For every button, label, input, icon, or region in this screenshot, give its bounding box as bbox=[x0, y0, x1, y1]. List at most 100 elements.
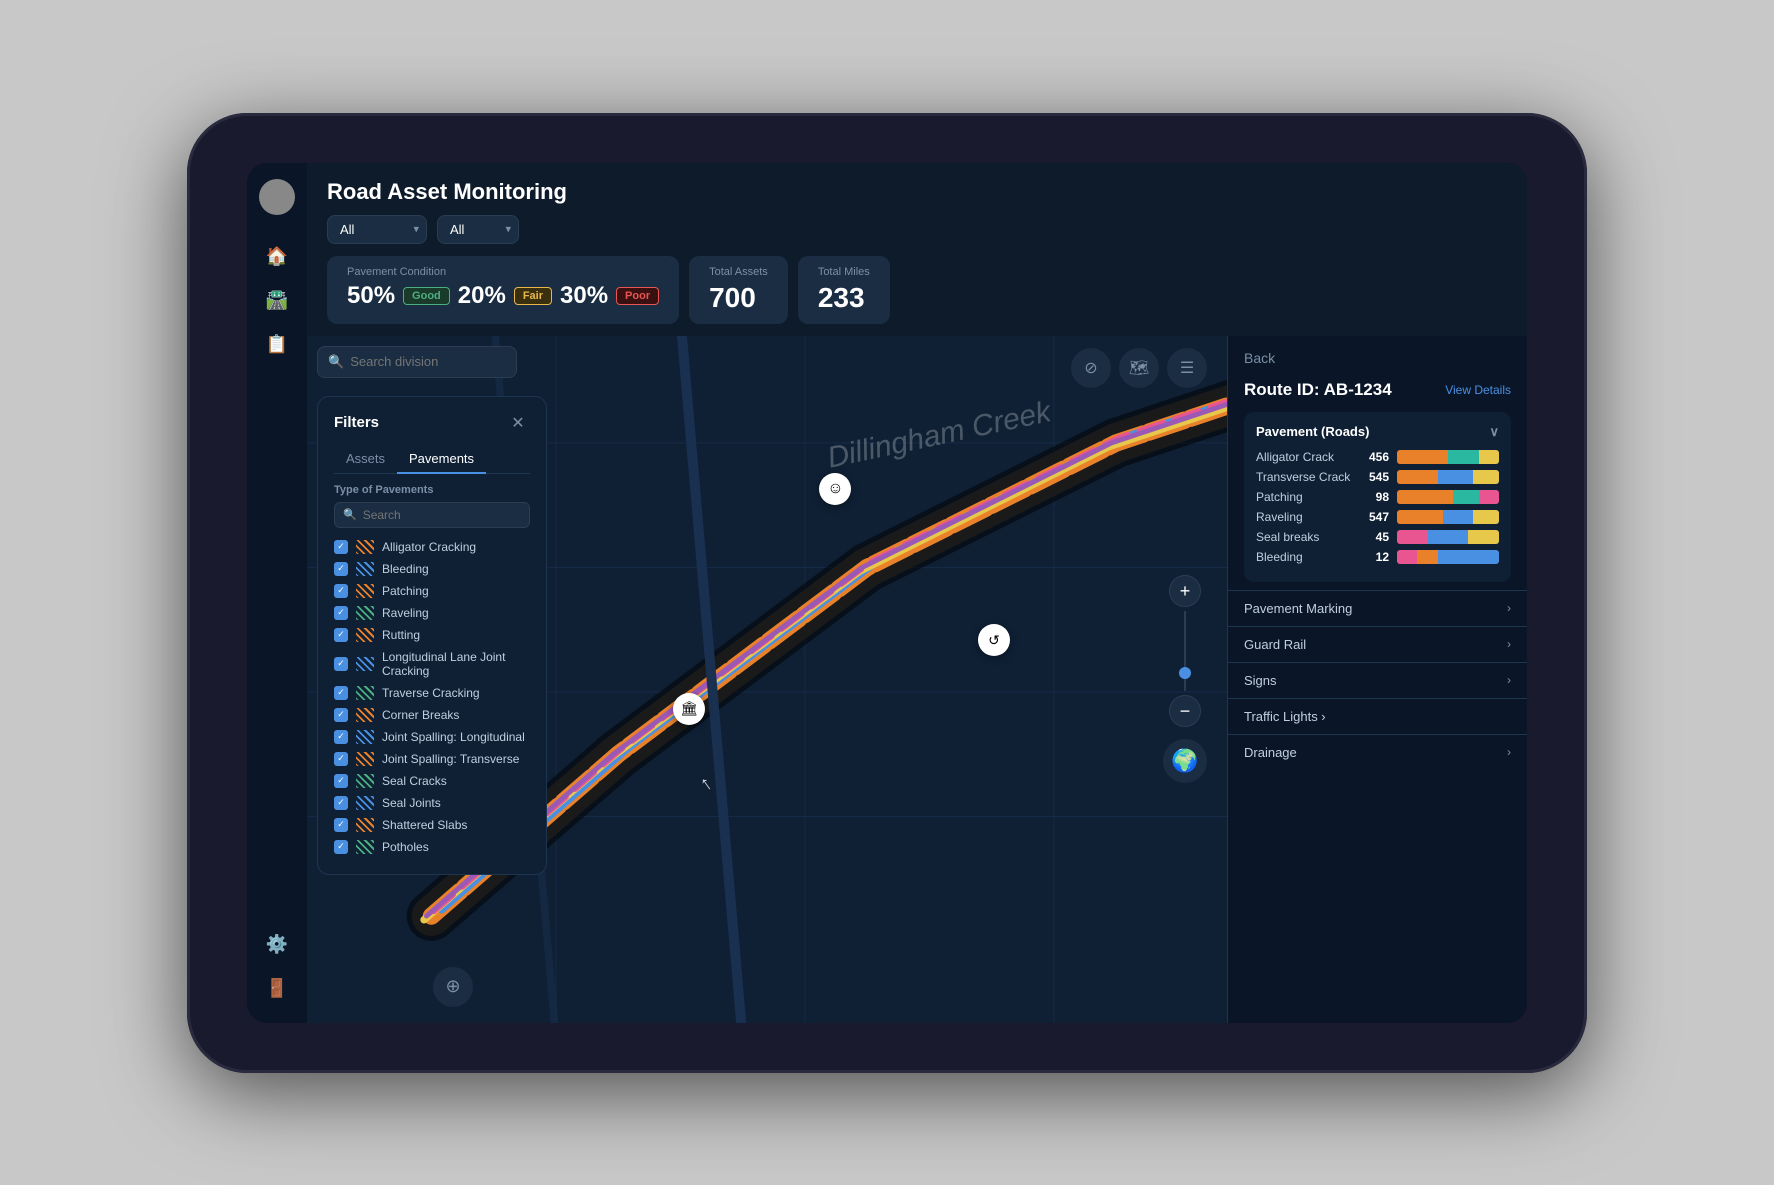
filter-item[interactable]: ✓ Raveling bbox=[334, 602, 530, 624]
route-id: Route ID: AB-1234 bbox=[1244, 380, 1392, 400]
filter-checkbox[interactable]: ✓ bbox=[334, 657, 348, 671]
total-assets-card: Total Assets 700 bbox=[689, 256, 788, 324]
filter-checkbox[interactable]: ✓ bbox=[334, 730, 348, 744]
pavement-row-count: 547 bbox=[1359, 510, 1389, 524]
filter-search-input[interactable] bbox=[363, 508, 521, 522]
expand-rows: Pavement Marking › Guard Rail › Signs › … bbox=[1228, 590, 1527, 770]
tab-assets[interactable]: Assets bbox=[334, 445, 397, 474]
search-input[interactable] bbox=[350, 354, 506, 369]
filter-item[interactable]: ✓ Shattered Slabs bbox=[334, 814, 530, 836]
filter-division-select[interactable]: All Division A bbox=[327, 215, 427, 244]
filter-pattern-icon bbox=[356, 730, 374, 744]
filter-item-label: Shattered Slabs bbox=[382, 818, 467, 832]
filter-item[interactable]: ✓ Bleeding bbox=[334, 558, 530, 580]
filter-icon-btn[interactable]: ⊘ bbox=[1071, 348, 1111, 388]
map-zoom-controls: + − 🌍 bbox=[1163, 575, 1207, 783]
filter-item[interactable]: ✓ Joint Spalling: Longitudinal bbox=[334, 726, 530, 748]
zoom-handle[interactable] bbox=[1179, 667, 1191, 679]
pavement-bar bbox=[1397, 530, 1499, 544]
filter-checkbox[interactable]: ✓ bbox=[334, 796, 348, 810]
filter-item[interactable]: ✓ Potholes bbox=[334, 836, 530, 858]
filter-pattern-icon bbox=[356, 796, 374, 810]
filter-checkbox[interactable]: ✓ bbox=[334, 628, 348, 642]
map-pin-3[interactable]: ↺ bbox=[978, 624, 1010, 656]
expand-row[interactable]: Pavement Marking › bbox=[1228, 590, 1527, 626]
filter-checkbox[interactable]: ✓ bbox=[334, 584, 348, 598]
pavement-bar bbox=[1397, 470, 1499, 484]
sidebar: 🏠 🛣️ 📋 ⚙️ 🚪 bbox=[247, 163, 307, 1023]
filter-pattern-icon bbox=[356, 708, 374, 722]
filter-checkbox[interactable]: ✓ bbox=[334, 774, 348, 788]
filter-checkbox[interactable]: ✓ bbox=[334, 840, 348, 854]
expand-row[interactable]: Traffic Lights › bbox=[1228, 698, 1527, 734]
view-details-link[interactable]: View Details bbox=[1445, 383, 1511, 397]
filter-item-label: Joint Spalling: Longitudinal bbox=[382, 730, 525, 744]
back-btn[interactable]: Back bbox=[1228, 336, 1527, 380]
expand-row[interactable]: Guard Rail › bbox=[1228, 626, 1527, 662]
expand-row[interactable]: Drainage › bbox=[1228, 734, 1527, 770]
pavement-section-chevron: ∨ bbox=[1489, 424, 1499, 440]
total-assets-label: Total Assets bbox=[709, 266, 768, 278]
pavement-row: Patching 98 bbox=[1256, 490, 1499, 504]
fair-badge: Fair bbox=[514, 287, 552, 305]
filter-item[interactable]: ✓ Corner Breaks bbox=[334, 704, 530, 726]
filter-item[interactable]: ✓ Patching bbox=[334, 580, 530, 602]
pavement-row-name: Alligator Crack bbox=[1256, 450, 1351, 464]
sidebar-icon-road[interactable]: 🛣️ bbox=[259, 283, 295, 319]
pavement-section: Pavement (Roads) ∨ Alligator Crack 456 T… bbox=[1244, 412, 1511, 582]
filter-item[interactable]: ✓ Seal Cracks bbox=[334, 770, 530, 792]
filter-checkbox[interactable]: ✓ bbox=[334, 818, 348, 832]
zoom-in-btn[interactable]: + bbox=[1169, 575, 1201, 607]
fair-percent: 20% bbox=[458, 282, 506, 310]
expand-row-label: Drainage bbox=[1244, 745, 1507, 760]
menu-icon-btn[interactable]: ☰ bbox=[1167, 348, 1207, 388]
filter-item[interactable]: ✓ Rutting bbox=[334, 624, 530, 646]
filter-checkbox[interactable]: ✓ bbox=[334, 562, 348, 576]
filter-checkbox[interactable]: ✓ bbox=[334, 686, 348, 700]
filter-pattern-icon bbox=[356, 840, 374, 854]
poor-badge: Poor bbox=[616, 287, 659, 305]
filter-checkbox[interactable]: ✓ bbox=[334, 752, 348, 766]
tab-pavements[interactable]: Pavements bbox=[397, 445, 486, 474]
avatar bbox=[259, 179, 295, 215]
filter-item-label: Rutting bbox=[382, 628, 420, 642]
filter-type-select[interactable]: All Type 1 bbox=[437, 215, 519, 244]
filter-checkbox[interactable]: ✓ bbox=[334, 708, 348, 722]
filter-checkbox[interactable]: ✓ bbox=[334, 606, 348, 620]
expand-row[interactable]: Signs › bbox=[1228, 662, 1527, 698]
pavement-row: Transverse Crack 545 bbox=[1256, 470, 1499, 484]
filter-type-wrap: All Type 1 bbox=[437, 215, 519, 244]
sidebar-icon-settings[interactable]: ⚙️ bbox=[259, 927, 295, 963]
expand-row-label: Signs bbox=[1244, 673, 1507, 688]
pavement-row-count: 545 bbox=[1359, 470, 1389, 484]
filter-item[interactable]: ✓ Joint Spalling: Transverse bbox=[334, 748, 530, 770]
map-view-icon-btn[interactable]: 🗺 bbox=[1119, 348, 1159, 388]
map-search-bar: 🔍 bbox=[317, 346, 517, 378]
sidebar-icon-logout[interactable]: 🚪 bbox=[259, 971, 295, 1007]
pavement-row-name: Patching bbox=[1256, 490, 1351, 504]
zoom-out-btn[interactable]: − bbox=[1169, 695, 1201, 727]
filters-close-btn[interactable]: ✕ bbox=[506, 411, 530, 435]
sidebar-icon-home[interactable]: 🏠 bbox=[259, 239, 295, 275]
pavement-row-count: 45 bbox=[1359, 530, 1389, 544]
filter-item[interactable]: ✓ Alligator Cracking bbox=[334, 536, 530, 558]
page-title: Road Asset Monitoring bbox=[327, 179, 1507, 205]
sidebar-icon-reports[interactable]: 📋 bbox=[259, 327, 295, 363]
filter-item[interactable]: ✓ Longitudinal Lane Joint Cracking bbox=[334, 646, 530, 682]
pavement-row-count: 12 bbox=[1359, 550, 1389, 564]
globe-btn[interactable]: 🌍 bbox=[1163, 739, 1207, 783]
filter-item-label: Alligator Cracking bbox=[382, 540, 476, 554]
filter-item[interactable]: ✓ Seal Joints bbox=[334, 792, 530, 814]
filter-item-label: Corner Breaks bbox=[382, 708, 459, 722]
pavement-row: Seal breaks 45 bbox=[1256, 530, 1499, 544]
filters-panel: Filters ✕ Assets Pavements Type of Pavem… bbox=[317, 396, 547, 875]
filter-checkbox[interactable]: ✓ bbox=[334, 540, 348, 554]
total-assets-value: 700 bbox=[709, 282, 768, 314]
pavement-bar bbox=[1397, 450, 1499, 464]
layers-btn[interactable]: ⊕ bbox=[433, 967, 473, 1007]
filter-section-label: Type of Pavements bbox=[318, 474, 546, 502]
filter-item-label: Bleeding bbox=[382, 562, 429, 576]
filter-item-label: Traverse Cracking bbox=[382, 686, 480, 700]
filter-item[interactable]: ✓ Traverse Cracking bbox=[334, 682, 530, 704]
map-pin-2[interactable]: 🏛 bbox=[673, 693, 705, 725]
